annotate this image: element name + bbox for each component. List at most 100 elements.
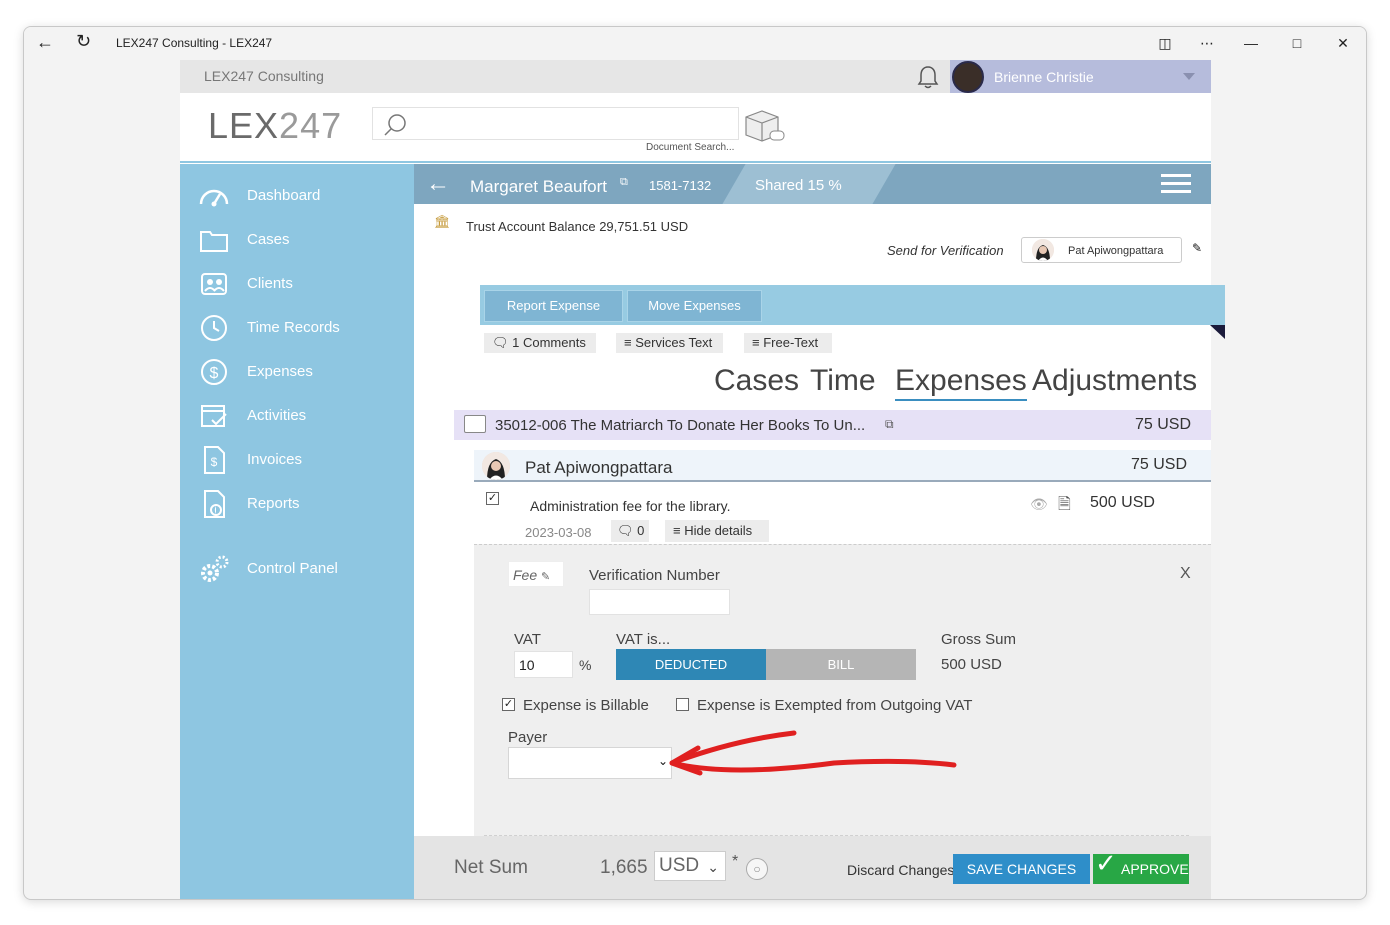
sidebar-item-invoices[interactable]: $ Invoices [180, 440, 414, 480]
person-row[interactable]: Pat Apiwongpattara 75 USD [474, 450, 1211, 482]
title-bar: ← ↻ LEX247 Consulting - LEX247 ◫ ⋯ — □ ✕ [24, 27, 1366, 59]
package-icon[interactable] [742, 107, 786, 143]
search-caption: Document Search... [646, 142, 735, 153]
dashboard-icon [199, 189, 229, 207]
chevron-down-icon: ⌄ [707, 859, 719, 875]
edit-pencil-icon[interactable]: ✎ [1192, 241, 1202, 255]
red-arrow-annotation [669, 730, 957, 776]
verification-number-input[interactable] [589, 589, 730, 615]
currency-select[interactable]: USD ⌄ [654, 851, 726, 881]
avatar [482, 452, 510, 480]
tab-cases[interactable]: Cases [714, 364, 799, 398]
more-icon[interactable]: ⋯ [1192, 31, 1222, 55]
fee-type-chip[interactable]: Fee ✎ [508, 561, 564, 587]
free-text-chip[interactable]: ≡ Free-Text [744, 333, 832, 353]
user-menu[interactable]: Brienne Christie [950, 60, 1211, 93]
close-window-button[interactable]: ✕ [1328, 31, 1358, 55]
sidebar-item-cases[interactable]: Cases [180, 220, 414, 260]
gross-sum-value: 500 USD [941, 656, 1002, 673]
receipt-icon[interactable]: 🗎 [1058, 493, 1071, 520]
logo: LEX247 [208, 105, 343, 146]
vat-input[interactable] [514, 651, 573, 678]
tab-adjustments[interactable]: Adjustments [1032, 364, 1197, 398]
sidebar-item-activities[interactable]: Activities [180, 396, 414, 436]
cast-icon[interactable]: ◫ [1150, 31, 1180, 55]
external-link-icon[interactable]: ⧉ [885, 417, 894, 432]
tab-expenses[interactable]: Expenses [895, 364, 1027, 401]
payer-label: Payer [508, 729, 548, 746]
billable-checkbox[interactable]: ✓ [502, 698, 515, 711]
list-icon: ≡ [624, 335, 632, 350]
deducted-toggle[interactable]: DEDUCTED [616, 649, 766, 680]
eye-icon[interactable]: 👁 [1030, 496, 1048, 513]
client-name[interactable]: Margaret Beaufort [470, 177, 607, 197]
hamburger-menu-icon[interactable] [1161, 174, 1191, 194]
person-amount: 75 USD [1130, 456, 1187, 473]
comments-chip[interactable]: 🗨 1 Comments [484, 333, 596, 353]
app-window: ← ↻ LEX247 Consulting - LEX247 ◫ ⋯ — □ ✕… [23, 26, 1367, 900]
user-name: Brienne Christie [994, 69, 1094, 85]
minimize-button[interactable]: — [1236, 31, 1266, 55]
sidebar-item-dashboard[interactable]: Dashboard [180, 176, 414, 216]
action-bar: Report Expense Move Expenses [480, 285, 1225, 325]
firm-name: LEX247 Consulting [204, 68, 324, 84]
payer-select[interactable]: ⌄ [508, 747, 672, 779]
tab-time[interactable]: Time [810, 364, 876, 398]
verification-person[interactable]: Pat Apiwongpattara [1021, 237, 1182, 263]
approve-button[interactable]: ✓ APPROVE [1093, 848, 1189, 884]
checkmark-icon: ✓ [1095, 848, 1117, 878]
search-icon [384, 114, 406, 136]
case-title: 35012-006 The Matriarch To Donate Her Bo… [495, 417, 866, 434]
document-search-input[interactable] [372, 107, 739, 140]
sidebar-item-time-records[interactable]: Time Records [180, 308, 414, 348]
window-title: LEX247 Consulting - LEX247 [116, 36, 273, 50]
comment-icon: 🗨 [492, 335, 509, 350]
folder-icon [464, 415, 486, 433]
sidebar-item-reports[interactable]: Reports [180, 484, 414, 524]
move-expenses-button[interactable]: Move Expenses [627, 290, 762, 322]
sidebar-item-expenses[interactable]: $ Expenses [180, 352, 414, 392]
expense-row[interactable]: ✓ Administration fee for the library. 👁 … [474, 484, 1211, 542]
exempt-vat-checkbox[interactable] [676, 698, 689, 711]
globe-icon[interactable]: ○ [746, 858, 768, 880]
dollar-icon: $ [201, 359, 227, 385]
folder-icon [200, 231, 228, 252]
calendar-icon [201, 405, 227, 427]
shared-badge: Shared 15 % [755, 177, 842, 194]
hide-details-button[interactable]: ≡ Hide details [665, 520, 769, 542]
avatar [1032, 239, 1054, 261]
bell-icon[interactable] [916, 64, 940, 90]
chevron-down-icon: ⌄ [657, 754, 668, 768]
verification-number-label: Verification Number [589, 567, 720, 584]
bill-toggle[interactable]: BILL [766, 649, 916, 680]
sidebar-item-clients[interactable]: Clients [180, 264, 414, 304]
case-row[interactable]: 35012-006 The Matriarch To Donate Her Bo… [454, 410, 1211, 440]
maximize-button[interactable]: □ [1282, 31, 1312, 55]
refresh-icon[interactable]: ↻ [76, 31, 98, 53]
expense-comments-chip[interactable]: 🗨 0 [611, 520, 649, 542]
invoice-icon: $ [204, 446, 225, 474]
sidebar-item-control-panel[interactable]: Control Panel [180, 549, 414, 589]
discard-changes-button[interactable]: Discard Changes [847, 862, 954, 878]
services-text-chip[interactable]: ≡ Services Text [616, 333, 723, 353]
expense-date: 2023-03-08 [525, 525, 592, 540]
billable-label: Expense is Billable [523, 697, 649, 714]
gears-icon [201, 555, 229, 582]
net-sum-value: 1,665 [600, 857, 648, 878]
report-expense-button[interactable]: Report Expense [484, 290, 623, 322]
vat-label: VAT [514, 631, 541, 648]
case-number: 1581-7132 [649, 178, 712, 193]
external-link-icon[interactable]: ⧉ [620, 176, 628, 189]
back-arrow-icon[interactable]: ← [426, 170, 450, 198]
exempt-vat-label: Expense is Exempted from Outgoing VAT [697, 697, 973, 714]
clock-icon [201, 315, 227, 341]
close-details-button[interactable]: X [1180, 565, 1191, 583]
save-changes-button[interactable]: SAVE CHANGES [953, 854, 1090, 884]
expense-select-checkbox[interactable]: ✓ [486, 492, 499, 505]
footer: Net Sum 1,665 USD ⌄ * ○ Discard Changes … [414, 836, 1211, 899]
expense-description: Administration fee for the library. [530, 498, 731, 514]
gross-sum-label: Gross Sum [941, 631, 1017, 648]
send-for-verification-label: Send for Verification [887, 243, 1004, 258]
bank-icon: 🏛 [434, 214, 451, 229]
back-arrow-icon[interactable]: ← [36, 32, 58, 54]
